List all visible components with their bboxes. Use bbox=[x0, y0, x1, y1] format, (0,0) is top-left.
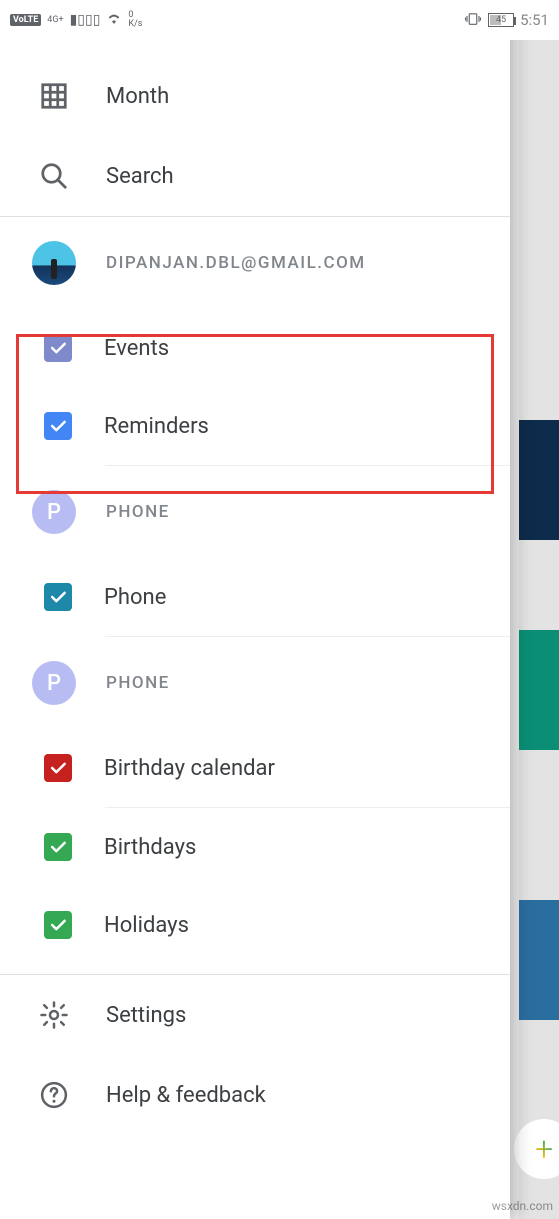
screen-root: VoLTE 4G+ ▮▯▯▯ 0 K/s 45 5:51 + bbox=[0, 0, 559, 1219]
checkbox-icon bbox=[44, 833, 72, 861]
nav-settings[interactable]: Settings bbox=[0, 975, 510, 1055]
network-type: 4G+ bbox=[47, 16, 63, 25]
clock: 5:51 bbox=[520, 11, 549, 29]
checkbox-icon bbox=[44, 754, 72, 782]
calendar-toggle-phone[interactable]: Phone bbox=[0, 558, 510, 636]
calendar-toggle-birthday-calendar[interactable]: Birthday calendar bbox=[0, 729, 510, 807]
account-header[interactable]: P PHONE bbox=[0, 637, 510, 729]
nav-label: Help & feedback bbox=[106, 1083, 510, 1108]
nav-label: Search bbox=[106, 164, 510, 189]
avatar bbox=[32, 241, 76, 285]
checkbox-icon bbox=[44, 412, 72, 440]
avatar: P bbox=[32, 661, 76, 705]
battery-icon: 45 bbox=[488, 13, 514, 27]
calendar-toggle-holidays[interactable]: Holidays bbox=[0, 886, 510, 964]
calendar-label: Birthday calendar bbox=[104, 756, 275, 781]
avatar: P bbox=[32, 490, 76, 534]
account-header[interactable]: DIPANJAN.DBL@GMAIL.COM bbox=[0, 217, 510, 309]
account-email: PHONE bbox=[106, 502, 170, 522]
background-strip: + bbox=[519, 40, 559, 1219]
calendar-toggle-birthdays[interactable]: Birthdays bbox=[0, 808, 510, 886]
signal-icon: ▮▯▯▯ bbox=[70, 12, 101, 28]
calendar-label: Birthdays bbox=[104, 835, 196, 860]
search-icon bbox=[36, 158, 72, 194]
vibrate-icon bbox=[464, 12, 482, 29]
month-grid-icon bbox=[36, 78, 72, 114]
net-speed: 0 K/s bbox=[128, 11, 142, 29]
calendar-label: Holidays bbox=[104, 913, 189, 938]
account-email: PHONE bbox=[106, 673, 170, 693]
calendar-label: Events bbox=[104, 336, 169, 361]
nav-month[interactable]: Month bbox=[0, 56, 510, 136]
calendar-toggle-reminders[interactable]: Reminders bbox=[0, 387, 510, 465]
fab-create[interactable]: + bbox=[514, 1119, 559, 1179]
checkbox-icon bbox=[44, 583, 72, 611]
nav-help[interactable]: Help & feedback bbox=[0, 1055, 510, 1135]
navigation-drawer: Month Search DIPANJAN.DBL@GMAIL.COM Even… bbox=[0, 0, 510, 1219]
nav-label: Month bbox=[106, 84, 510, 109]
help-icon bbox=[36, 1077, 72, 1113]
account-email: DIPANJAN.DBL@GMAIL.COM bbox=[106, 253, 366, 273]
status-bar: VoLTE 4G+ ▮▯▯▯ 0 K/s 45 5:51 bbox=[0, 0, 559, 40]
status-right: 45 5:51 bbox=[464, 11, 549, 29]
gear-icon bbox=[36, 997, 72, 1033]
nav-label: Settings bbox=[106, 1003, 510, 1028]
watermark: wsxdn.com bbox=[492, 1199, 553, 1213]
calendar-label: Phone bbox=[104, 585, 166, 610]
calendar-toggle-events[interactable]: Events bbox=[0, 309, 510, 387]
calendar-label: Reminders bbox=[104, 414, 209, 439]
nav-search[interactable]: Search bbox=[0, 136, 510, 216]
wifi-icon bbox=[106, 12, 122, 28]
account-header[interactable]: P PHONE bbox=[0, 466, 510, 558]
status-left: VoLTE 4G+ ▮▯▯▯ 0 K/s bbox=[10, 11, 142, 29]
checkbox-icon bbox=[44, 911, 72, 939]
volte-badge: VoLTE bbox=[10, 14, 41, 26]
checkbox-icon bbox=[44, 334, 72, 362]
